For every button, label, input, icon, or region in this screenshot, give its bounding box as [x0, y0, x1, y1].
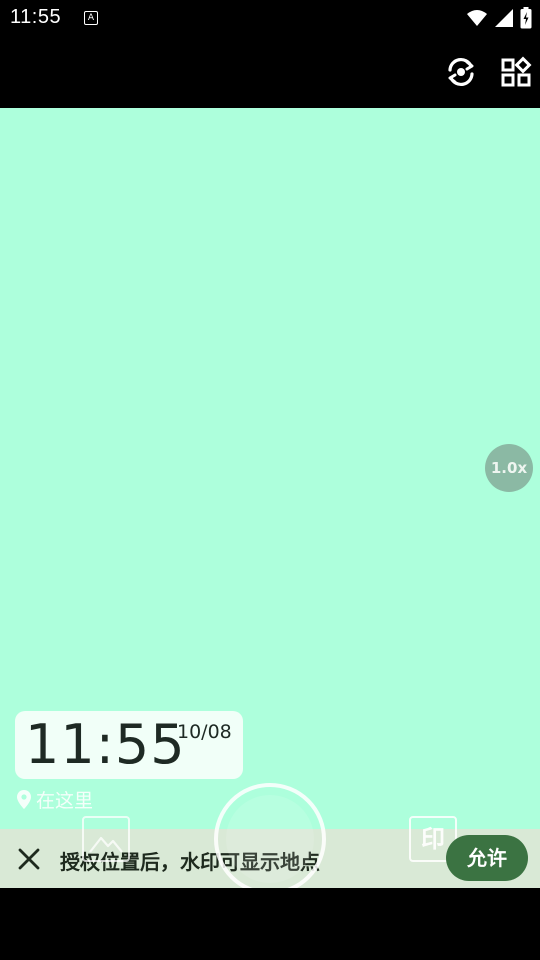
watermark-location-text: 在这里 — [36, 789, 94, 812]
battery-icon — [520, 7, 532, 29]
watermark-date: 10/08 — [177, 721, 232, 743]
shutter-button[interactable] — [214, 783, 326, 895]
bottom-bar — [0, 888, 540, 960]
status-time: 11:55 — [10, 6, 62, 28]
image-icon — [89, 836, 123, 853]
watermark-location: 在这里 — [17, 787, 94, 812]
watermark-card[interactable]: 11:55 10/08 — [15, 711, 243, 779]
gallery-button[interactable] — [82, 816, 130, 862]
zoom-button[interactable]: 1.0x — [485, 444, 533, 492]
flip-camera-icon[interactable] — [445, 56, 477, 88]
status-icons — [466, 6, 532, 30]
top-bar — [0, 36, 540, 108]
status-bar: 11:55 A — [0, 0, 540, 36]
notification-badge-icon: A — [84, 11, 98, 25]
allow-button[interactable]: 允许 — [446, 835, 528, 881]
signal-icon — [495, 9, 513, 27]
wifi-icon — [467, 10, 487, 26]
location-pin-icon — [17, 789, 31, 809]
apps-grid-icon[interactable] — [500, 56, 532, 88]
close-icon[interactable] — [16, 846, 42, 872]
shutter-inner — [226, 795, 314, 883]
watermark-time: 11:55 — [25, 713, 186, 776]
